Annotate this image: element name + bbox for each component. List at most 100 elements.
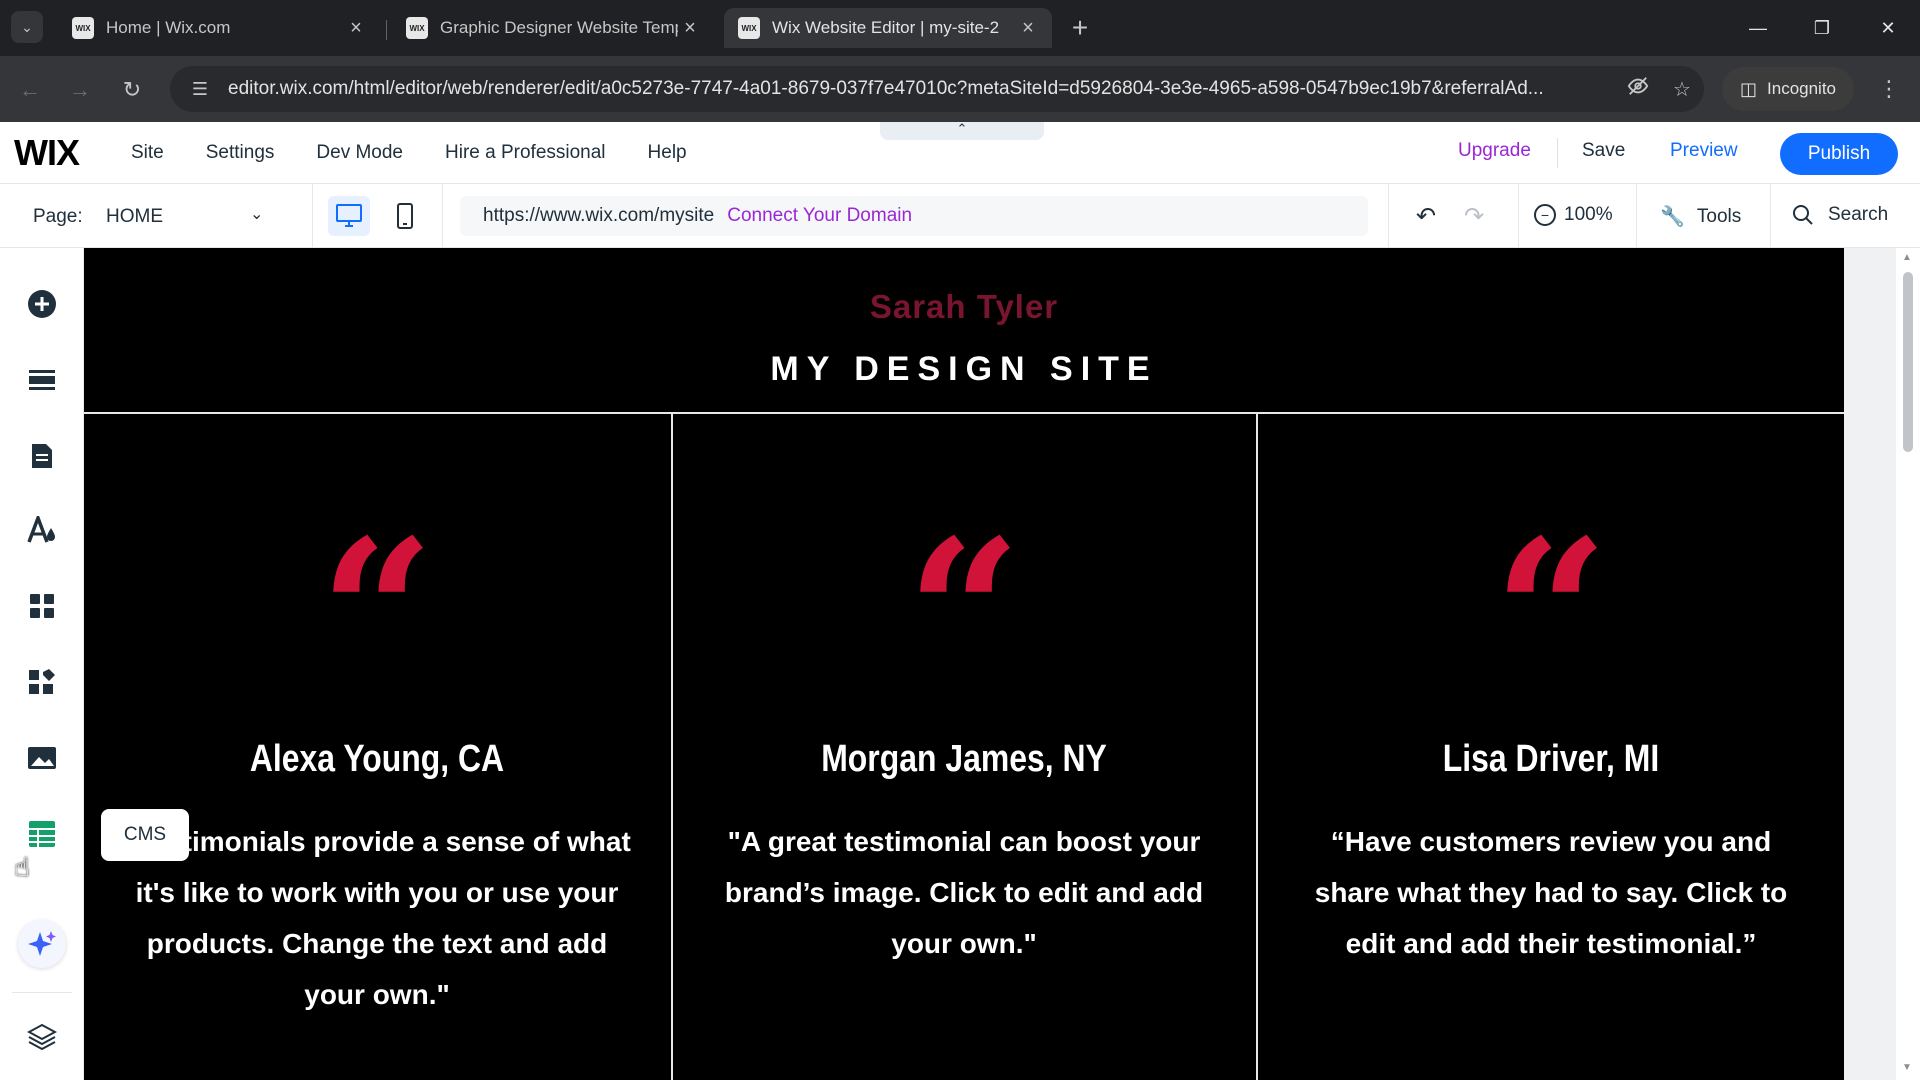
save-button[interactable]: Save	[1582, 140, 1625, 162]
scroll-up-icon[interactable]: ▲	[1902, 252, 1912, 263]
incognito-label: Incognito	[1767, 79, 1837, 98]
quote-icon: “	[1493, 514, 1609, 654]
preview-button[interactable]: Preview	[1670, 140, 1738, 162]
testimonial-name[interactable]: Lisa Driver, MI	[1305, 738, 1797, 781]
browser-tab-bar: ⌄ WIX Home | Wix.com × WIX Graphic Desig…	[0, 0, 1920, 56]
close-icon[interactable]: ×	[678, 17, 702, 40]
wix-favicon-icon: WIX	[406, 17, 428, 39]
divider	[1770, 184, 1771, 248]
layers-icon	[27, 1023, 57, 1050]
testimonial-text[interactable]: "Testimonials provide a sense of what it…	[120, 816, 634, 1020]
close-icon[interactable]: ×	[344, 17, 368, 40]
tools-button[interactable]: 🔧 Tools	[1660, 204, 1741, 229]
ai-assistant-button[interactable]	[18, 920, 66, 968]
back-button[interactable]: ←	[12, 72, 48, 108]
forward-button[interactable]: →	[62, 72, 98, 108]
divider	[1636, 184, 1637, 248]
minimize-button[interactable]: —	[1738, 10, 1778, 46]
testimonial-name[interactable]: Alexa Young, CA	[131, 738, 623, 781]
browser-menu-button[interactable]: ⋮	[1874, 74, 1904, 104]
sparkle-icon	[28, 931, 56, 956]
media-button[interactable]	[20, 736, 64, 780]
site-owner-name[interactable]: Sarah Tyler	[84, 288, 1844, 326]
browser-toolbar: ← → ↻ ☰ editor.wix.com/html/editor/web/r…	[0, 56, 1920, 122]
collapse-toolbar-button[interactable]: ⌃	[880, 122, 1044, 140]
restore-button[interactable]: ❐	[1802, 10, 1842, 46]
search-label: Search	[1828, 204, 1889, 225]
close-icon: ✕	[1880, 17, 1896, 38]
testimonial-card[interactable]: “ Alexa Young, CA "Testimonials provide …	[84, 414, 670, 1080]
tools-label: Tools	[1696, 205, 1742, 227]
testimonial-card[interactable]: “ Morgan James, NY "A great testimonial …	[671, 414, 1257, 1080]
tab-search-button[interactable]: ⌄	[11, 11, 43, 43]
browser-tab-home[interactable]: WIX Home | Wix.com ×	[58, 8, 380, 48]
wix-favicon-icon: WIX	[72, 17, 94, 39]
publish-button[interactable]: Publish	[1780, 133, 1898, 175]
page-select[interactable]: HOME	[106, 206, 163, 228]
add-section-button[interactable]	[20, 358, 64, 402]
site-header[interactable]: Sarah Tyler MY DESIGN SITE	[84, 248, 1844, 414]
menu-dev-mode[interactable]: Dev Mode	[316, 142, 403, 164]
restore-icon: ❐	[1813, 17, 1831, 38]
address-bar[interactable]: ☰ editor.wix.com/html/editor/web/rendere…	[170, 66, 1704, 112]
close-icon[interactable]: ×	[1016, 17, 1040, 40]
star-icon[interactable]: ☆	[1660, 77, 1704, 102]
menu-help[interactable]: Help	[648, 142, 687, 164]
reload-icon: ↻	[122, 77, 142, 102]
page-icon	[32, 444, 52, 468]
browser-tab-template[interactable]: WIX Graphic Designer Website Temp ×	[392, 8, 714, 48]
canvas-scrollbar[interactable]: ▲ ▼	[1896, 248, 1920, 1080]
chevron-up-icon: ⌃	[956, 121, 968, 136]
cms-button[interactable]	[20, 812, 64, 856]
divider	[1388, 184, 1389, 248]
site-title[interactable]: MY DESIGN SITE	[84, 350, 1844, 389]
connect-domain-link[interactable]: Connect Your Domain	[727, 205, 912, 227]
tab-title: Graphic Designer Website Temp	[440, 18, 678, 37]
mobile-icon	[397, 203, 413, 229]
menu-site[interactable]: Site	[131, 142, 164, 164]
image-icon	[28, 747, 56, 769]
wix-logo[interactable]: WIX	[14, 132, 80, 174]
plus-circle-icon	[28, 290, 56, 318]
editor-left-sidebar	[0, 248, 84, 1080]
pages-menu-button[interactable]	[20, 434, 64, 478]
site-info-icon[interactable]: ☰	[178, 79, 222, 100]
desktop-view-button[interactable]	[328, 196, 370, 236]
testimonial-text[interactable]: “Have customers review you and share wha…	[1294, 816, 1808, 969]
menu-settings[interactable]: Settings	[206, 142, 275, 164]
cms-table-icon	[29, 821, 55, 847]
testimonial-card[interactable]: “ Lisa Driver, MI “Have customers review…	[1258, 414, 1844, 1080]
wix-top-bar: WIX Site Settings Dev Mode Hire a Profes…	[0, 122, 1920, 184]
reload-button[interactable]: ↻	[114, 72, 150, 108]
address-url[interactable]: editor.wix.com/html/editor/web/renderer/…	[222, 78, 1616, 100]
mobile-view-button[interactable]	[384, 196, 426, 236]
scrollbar-thumb[interactable]	[1903, 272, 1913, 452]
wrench-icon: 🔧	[1660, 206, 1685, 228]
undo-icon[interactable]: ↶	[1416, 202, 1436, 231]
site-preview[interactable]: Sarah Tyler MY DESIGN SITE “ Alexa Young…	[84, 248, 1844, 1080]
add-elements-button[interactable]	[20, 282, 64, 326]
incognito-badge[interactable]: ◫ Incognito	[1722, 67, 1855, 111]
menu-hire-professional[interactable]: Hire a Professional	[445, 142, 606, 164]
testimonial-text[interactable]: "A great testimonial can boost your bran…	[707, 816, 1221, 969]
redo-icon[interactable]: ↷	[1464, 202, 1484, 231]
browser-tab-editor[interactable]: WIX Wix Website Editor | my-site-2 ×	[724, 8, 1052, 48]
arrow-left-icon: ←	[19, 77, 41, 102]
chevron-down-icon[interactable]: ⌄	[250, 204, 263, 224]
page-label: Page:	[33, 206, 83, 227]
business-tools-button[interactable]	[20, 660, 64, 704]
add-apps-button[interactable]	[20, 584, 64, 628]
site-design-button[interactable]	[20, 508, 64, 552]
close-window-button[interactable]: ✕	[1868, 10, 1908, 46]
testimonial-name[interactable]: Morgan James, NY	[718, 738, 1210, 781]
upgrade-link[interactable]: Upgrade	[1458, 140, 1531, 162]
scroll-down-icon[interactable]: ▼	[1902, 1062, 1912, 1073]
layers-button[interactable]	[20, 1014, 64, 1058]
zoom-button[interactable]: − 100%	[1534, 204, 1613, 226]
zoom-level: 100%	[1564, 204, 1613, 225]
new-tab-button[interactable]: +	[1064, 12, 1096, 44]
puzzle-icon	[29, 669, 55, 694]
search-button[interactable]: Search	[1792, 204, 1888, 226]
apps-grid-icon	[30, 594, 54, 618]
eye-off-icon[interactable]	[1616, 75, 1660, 103]
